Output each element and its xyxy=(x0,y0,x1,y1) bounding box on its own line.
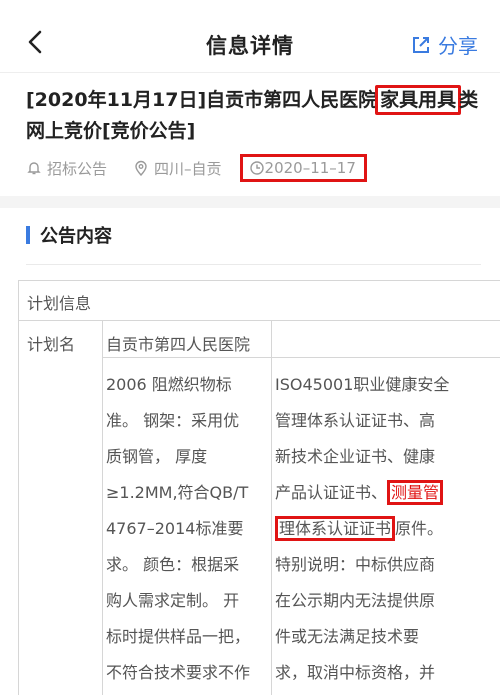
plan-name-label: 计划名 xyxy=(27,335,76,354)
clock-icon xyxy=(249,161,264,175)
highlighted-certificate-2: 理体系认证证书 xyxy=(275,516,396,541)
req-line: ISO45001职业健康安全 xyxy=(275,375,450,394)
section-title: 公告内容 xyxy=(40,226,112,247)
plan-name-value: 自贡市第四人民医院 xyxy=(106,335,251,354)
section-gap xyxy=(0,196,500,208)
category-label: 招标公告 xyxy=(47,159,108,178)
plan-info-label: 计划信息 xyxy=(27,294,92,313)
req-line-text: 原件。 xyxy=(395,519,444,538)
section-accent-bar xyxy=(26,226,30,244)
content-table: 计划信息 计划名 自贡市第四人民医院 2006 阻燃织物标 准。 钢架：采用优 … xyxy=(18,280,500,695)
plan-name-row-divider xyxy=(102,357,500,358)
top-navbar: 信息详情 分享 xyxy=(0,0,500,88)
plan-info-row: 计划信息 xyxy=(19,281,500,321)
spec-column: 2006 阻燃织物标 准。 钢架：采用优 质钢管， 厚度 ≥1.2MM,符合QB… xyxy=(106,367,274,691)
highlighted-certificate-1: 测量管 xyxy=(387,480,444,505)
title-highlight: 家具用具 xyxy=(375,85,462,115)
spec-line: 不符合技术要求不作 xyxy=(106,663,251,682)
location-label: 四川–自贡 xyxy=(154,159,222,178)
req-line: 在公示期内无法提供原 xyxy=(275,591,436,610)
req-line: 产品认证证书、 测量管 xyxy=(275,475,500,511)
location-tag: 四川–自贡 xyxy=(133,158,222,179)
location-pin-icon xyxy=(135,160,147,176)
table-col-divider-1 xyxy=(102,321,103,695)
spec-line: 购人需求定制。 开 xyxy=(106,591,240,610)
section-divider xyxy=(26,264,481,265)
requirements-column: ISO45001职业健康安全 管理体系认证证书、高 新技术企业证书、健康 产品认… xyxy=(275,367,500,691)
req-line: 新技术企业证书、健康 xyxy=(275,447,436,466)
bell-icon xyxy=(27,162,41,175)
announcement-title: [2020年11月17日]自贡市第四人民医院 家具用具 类网上竞价[竞价公告] xyxy=(26,85,481,147)
date-tag: 2020–11–17 xyxy=(239,154,367,182)
spec-line: ≥1.2MM,符合QB/T xyxy=(106,483,249,502)
spec-line: 求。 颜色：根据采 xyxy=(106,555,240,574)
spec-line: 标时提供样品一把， xyxy=(106,627,251,646)
navbar-divider xyxy=(0,72,500,73)
title-part-1: [2020年11月17日]自贡市第四人民医院 xyxy=(26,89,378,111)
req-line: 管理体系认证证书、高 xyxy=(275,411,436,430)
section-header: 公告内容 xyxy=(26,222,112,248)
spec-line: 准。 钢架：采用优 xyxy=(106,411,240,430)
req-line-text: 产品认证证书、 xyxy=(275,483,388,502)
meta-row: 招标公告 四川–自贡 2020–11–17 xyxy=(26,153,367,183)
req-line: 理体系认证证书 原件。 xyxy=(275,511,500,547)
share-icon xyxy=(413,36,429,53)
req-line: 求，取消中标资格，并 xyxy=(275,663,436,682)
date-label: 2020–11–17 xyxy=(264,159,356,177)
share-label: 分享 xyxy=(438,34,478,58)
share-button[interactable]: 分享 xyxy=(410,30,478,59)
spec-line: 2006 阻燃织物标 xyxy=(106,375,232,394)
req-line: 特别说明：中标供应商 xyxy=(275,555,436,574)
spec-line: 4767–2014标准要 xyxy=(106,519,244,538)
req-line: 件或无法满足技术要 xyxy=(275,627,420,646)
category-tag: 招标公告 xyxy=(26,158,107,179)
spec-line: 质钢管， 厚度 xyxy=(106,447,208,466)
